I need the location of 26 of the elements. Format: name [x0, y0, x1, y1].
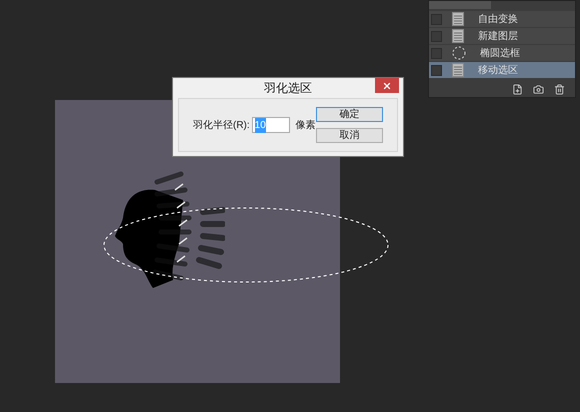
history-item[interactable]: 新建图层 — [429, 28, 575, 44]
radius-value: 10 — [254, 118, 266, 132]
close-button[interactable] — [375, 78, 399, 93]
new-document-icon[interactable] — [512, 84, 523, 95]
field-label: 羽化半径(R): — [193, 118, 250, 132]
visibility-checkbox[interactable] — [431, 48, 442, 58]
dialog-button[interactable]: 确定 — [316, 107, 383, 122]
camera-icon[interactable] — [533, 84, 544, 95]
visibility-checkbox[interactable] — [431, 30, 442, 42]
close-icon — [382, 80, 392, 90]
dialog-title: 羽化选区 — [264, 80, 312, 97]
visibility-checkbox[interactable] — [431, 64, 442, 76]
document-icon — [452, 12, 464, 26]
visibility-checkbox[interactable] — [431, 14, 442, 24]
history-label: 移动选区 — [478, 64, 518, 78]
trash-icon[interactable] — [554, 84, 565, 95]
history-label: 新建图层 — [478, 30, 518, 44]
history-label: 椭圆选框 — [480, 46, 520, 60]
unit-label: 像素 — [296, 118, 316, 132]
document-icon — [452, 63, 464, 77]
history-item[interactable]: 椭圆选框 — [429, 45, 575, 61]
document-icon — [452, 29, 464, 43]
history-item[interactable]: 自由变换 — [429, 11, 575, 27]
dialog-button[interactable]: 取消 — [316, 128, 383, 143]
history-label: 自由变换 — [478, 12, 518, 26]
ellipse-marquee-icon — [452, 46, 466, 60]
